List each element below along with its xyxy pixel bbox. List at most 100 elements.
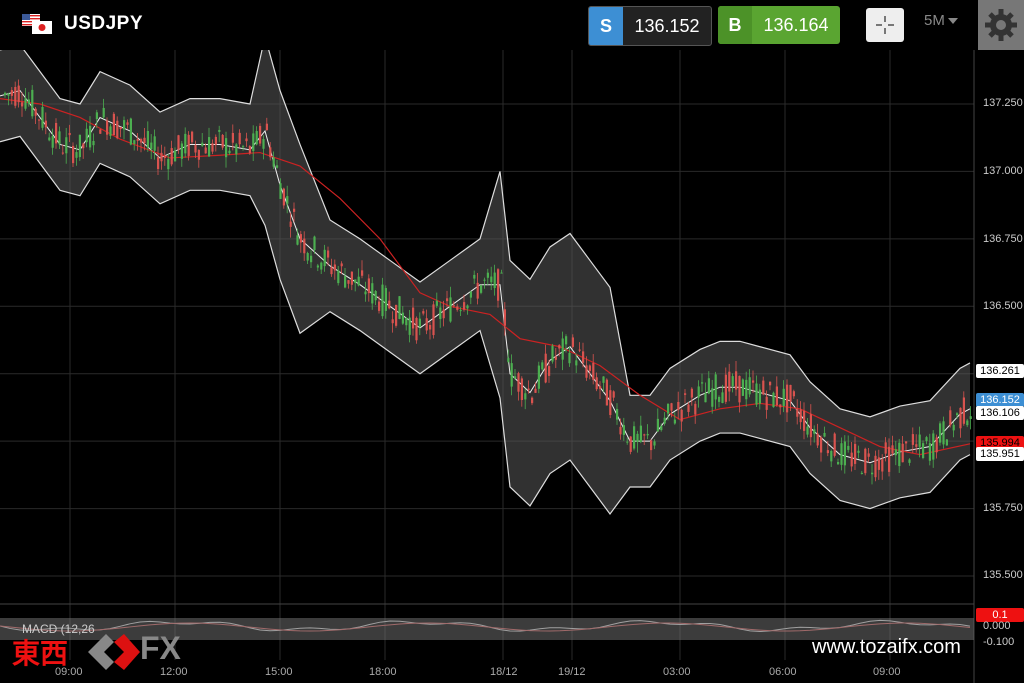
- candle-body: [286, 196, 289, 204]
- crosshair-button[interactable]: [866, 8, 904, 42]
- candle-body: [894, 449, 897, 456]
- macd-tick: -0.100: [983, 636, 1015, 648]
- candle-body: [364, 291, 367, 295]
- candle-body: [51, 135, 54, 148]
- candle-body: [31, 89, 34, 117]
- sell-button[interactable]: S 136.152: [588, 6, 712, 46]
- candle-body: [323, 249, 326, 267]
- candle-body: [493, 272, 496, 289]
- candle-body: [660, 426, 663, 431]
- candle-body: [276, 165, 279, 168]
- candle-body: [871, 472, 874, 475]
- timeframe-value: 5M: [924, 12, 945, 29]
- candle-body: [646, 433, 649, 436]
- candle-body: [796, 408, 799, 417]
- candle-body: [962, 397, 965, 424]
- candle-body: [418, 318, 421, 327]
- candle-body: [340, 263, 343, 267]
- time-tick: 18:00: [369, 666, 397, 678]
- price-tick: 135.500: [983, 569, 1023, 581]
- candle-body: [612, 391, 615, 398]
- candle-body: [140, 139, 143, 143]
- lower-band-tag: 135.951: [976, 447, 1024, 461]
- candle-body: [548, 366, 551, 376]
- candle-body: [55, 122, 58, 144]
- price-chart[interactable]: [0, 50, 1024, 683]
- candle-body: [398, 296, 401, 319]
- candle-body: [775, 386, 778, 406]
- candle-body: [918, 434, 921, 447]
- candle-body: [289, 221, 292, 227]
- candle-body: [136, 138, 139, 141]
- candle-body: [310, 255, 313, 263]
- candle-body: [225, 138, 228, 158]
- candle-body: [422, 311, 425, 314]
- candle-body: [949, 410, 952, 426]
- candle-body: [803, 410, 806, 431]
- candle-body: [956, 413, 959, 416]
- candle-body: [14, 86, 17, 106]
- candle-body: [653, 441, 656, 446]
- buy-price: 136.164: [763, 15, 829, 35]
- candle-body: [697, 386, 700, 398]
- candle-body: [24, 98, 27, 109]
- candle-body: [639, 425, 642, 442]
- candle-body: [85, 128, 88, 143]
- candle-body: [452, 305, 455, 307]
- candle-body: [153, 136, 156, 151]
- candle-body: [568, 352, 571, 364]
- candle-body: [701, 382, 704, 384]
- crosshair-icon: [876, 16, 894, 34]
- candle-body: [673, 419, 676, 424]
- candle-body: [354, 279, 357, 283]
- candle-body: [218, 129, 221, 132]
- candle-body: [480, 285, 483, 293]
- candle-body: [7, 93, 10, 96]
- gear-icon: [985, 9, 1017, 41]
- candle-body: [874, 455, 877, 478]
- candle-body: [928, 443, 931, 461]
- sell-price: 136.152: [634, 16, 700, 36]
- candle-body: [89, 125, 92, 148]
- candle-body: [942, 421, 945, 445]
- candle-body: [408, 317, 411, 335]
- candle-body: [680, 409, 683, 422]
- candle-body: [905, 441, 908, 444]
- candle-body: [469, 291, 472, 298]
- candle-body: [459, 310, 462, 312]
- candle-body: [582, 351, 585, 363]
- candle-body: [425, 318, 428, 331]
- candle-body: [520, 378, 523, 400]
- candle-body: [636, 433, 639, 442]
- candle-body: [534, 388, 537, 393]
- us-japan-flag-icon: [22, 14, 52, 34]
- candle-body: [820, 437, 823, 453]
- candle-body: [405, 318, 408, 326]
- candle-body: [116, 120, 119, 139]
- candle-body: [561, 338, 564, 360]
- candle-body: [959, 407, 962, 429]
- candle-body: [565, 336, 568, 345]
- candle-body: [490, 276, 493, 283]
- candle-body: [813, 429, 816, 434]
- settings-button[interactable]: [978, 0, 1024, 50]
- website-url: www.tozaifx.com: [812, 636, 961, 658]
- candle-body: [483, 279, 486, 281]
- timeframe-select[interactable]: 5M: [924, 12, 970, 38]
- candle-body: [932, 433, 935, 460]
- tozaifx-logo: 東西 FX: [12, 630, 202, 670]
- candle-body: [860, 472, 863, 474]
- candle-body: [473, 274, 476, 279]
- candle-body: [782, 388, 785, 407]
- candle-body: [755, 383, 758, 405]
- candle-body: [255, 131, 258, 145]
- candle-body: [826, 450, 829, 454]
- candle-body: [741, 379, 744, 396]
- candle-body: [503, 309, 506, 326]
- candle-body: [605, 379, 608, 406]
- candle-body: [500, 272, 503, 274]
- candle-body: [449, 297, 452, 322]
- buy-button[interactable]: B 136.164: [718, 6, 840, 44]
- candle-body: [160, 152, 163, 162]
- price-tick: 137.250: [983, 97, 1023, 109]
